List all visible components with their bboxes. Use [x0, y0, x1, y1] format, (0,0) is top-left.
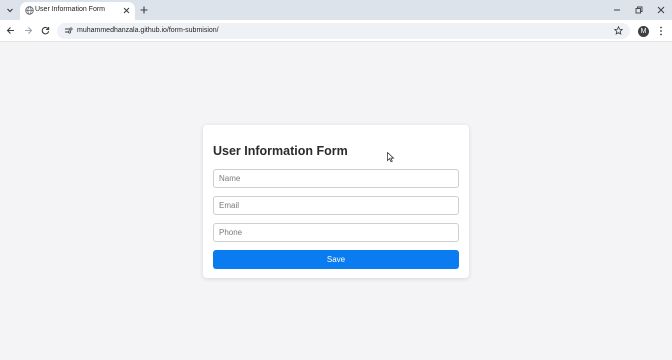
- restore-button[interactable]: [633, 4, 644, 15]
- phone-input[interactable]: [213, 223, 459, 242]
- tab-title: User Information Form: [35, 6, 106, 13]
- url-text: muhammedhanzala.github.io/form-submision…: [77, 27, 219, 34]
- tab-search-button[interactable]: [3, 3, 17, 17]
- minimize-button[interactable]: [611, 4, 622, 15]
- back-button[interactable]: [5, 25, 16, 36]
- minimize-icon: [613, 9, 620, 10]
- close-icon: [657, 6, 664, 13]
- bookmark-button[interactable]: [613, 25, 624, 36]
- tab-search-icon: [7, 8, 13, 13]
- form-title: User Information Form: [213, 144, 348, 158]
- back-arrow-icon: [6, 27, 14, 34]
- active-tab[interactable]: User Information Form: [20, 2, 135, 20]
- save-button[interactable]: Save: [213, 250, 459, 269]
- profile-avatar-button[interactable]: M: [638, 26, 649, 37]
- reload-icon: [41, 26, 50, 35]
- cursor-icon: [387, 152, 395, 163]
- tab-strip: User Information Form: [0, 0, 672, 20]
- restore-icon: [635, 6, 642, 13]
- forward-button[interactable]: [23, 25, 34, 36]
- address-bar[interactable]: muhammedhanzala.github.io/form-submision…: [57, 23, 630, 39]
- browser-toolbar: muhammedhanzala.github.io/form-submision…: [0, 20, 672, 42]
- more-vert-icon: [660, 26, 662, 36]
- close-tab-button[interactable]: [121, 5, 132, 16]
- globe-icon: [25, 6, 34, 15]
- browser-menu-button[interactable]: [656, 25, 666, 37]
- close-icon: [123, 7, 130, 14]
- reload-button[interactable]: [40, 25, 51, 36]
- forward-arrow-icon: [25, 27, 33, 34]
- user-form-card: User Information Form Save: [203, 125, 469, 278]
- email-input[interactable]: [213, 196, 459, 215]
- close-window-button[interactable]: [655, 4, 666, 15]
- site-info-button[interactable]: [63, 25, 74, 36]
- name-input[interactable]: [213, 169, 459, 188]
- plus-icon: [140, 6, 147, 13]
- new-tab-button[interactable]: [138, 4, 149, 15]
- star-icon: [614, 26, 623, 35]
- site-info-icon: [65, 27, 73, 34]
